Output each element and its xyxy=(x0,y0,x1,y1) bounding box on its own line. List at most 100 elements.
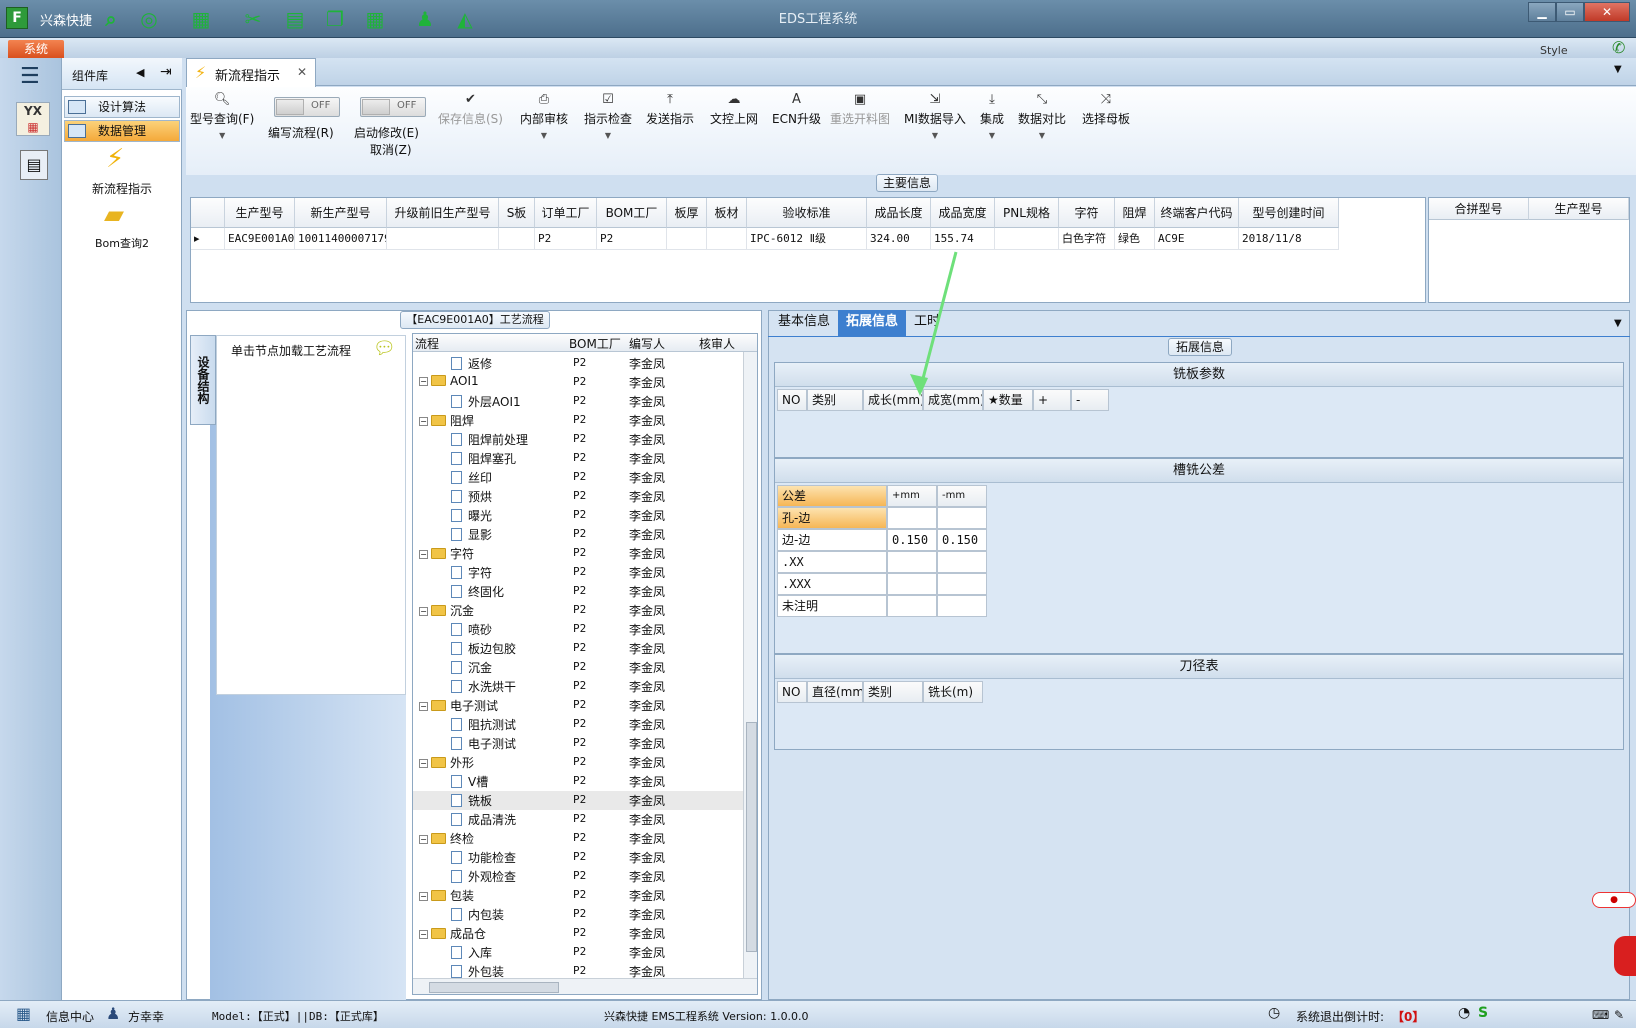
table-cell[interactable]: 155.74 xyxy=(931,228,995,250)
tree-step-row[interactable]: 字符 P2 李金凤 xyxy=(413,563,743,582)
tree-step-row[interactable]: 外观检查 P2 李金凤 xyxy=(413,867,743,886)
column-header[interactable]: 板材 xyxy=(707,198,747,228)
tree-step-row[interactable]: 功能检查 P2 李金凤 xyxy=(413,848,743,867)
column-header[interactable]: BOM工厂 xyxy=(569,335,621,352)
windows-grid-icon[interactable]: ▦ xyxy=(16,1004,31,1023)
select-master-button[interactable]: ⤨ 选择母板 xyxy=(1082,92,1130,127)
table-cell[interactable] xyxy=(937,551,987,573)
tree-folder-row[interactable]: − 外形 P2 李金凤 xyxy=(413,753,743,772)
chevron-down-icon[interactable]: ▼ xyxy=(1614,318,1622,329)
add-row-button[interactable]: + xyxy=(1033,389,1071,411)
column-header[interactable]: 终端客户代码 xyxy=(1155,198,1239,228)
table-cell[interactable] xyxy=(667,228,707,250)
tree-step-row[interactable]: 入库 P2 李金凤 xyxy=(413,943,743,962)
tab-equipment-structure[interactable]: 设备结构 xyxy=(190,335,216,425)
tree-step-row[interactable]: 阻抗测试 P2 李金凤 xyxy=(413,715,743,734)
save-info-button[interactable]: ✔ 保存信息(S) xyxy=(438,92,503,127)
keyboard-icon[interactable]: ⌨ xyxy=(1592,1008,1609,1022)
collapse-icon[interactable]: − xyxy=(419,550,428,559)
tab-new-process[interactable]: ⚡ 新流程指示 ✕ xyxy=(186,58,316,87)
info-center-label[interactable]: 信息中心 xyxy=(46,1008,94,1025)
tree-folder-row[interactable]: − AOI1 P2 李金凤 xyxy=(413,373,743,392)
remove-row-button[interactable]: - xyxy=(1071,389,1109,411)
column-header[interactable]: 生产型号 xyxy=(225,198,295,228)
film-icon[interactable]: ▤ xyxy=(282,6,308,32)
close-button[interactable]: ✕ xyxy=(1584,2,1630,22)
column-header[interactable]: 核审人 xyxy=(699,335,735,352)
reselect-map-button[interactable]: ▣ 重选开料图 xyxy=(830,92,890,127)
column-header[interactable]: 字符 xyxy=(1059,198,1115,228)
integrate-button[interactable]: ⤓ 集成 ▼ xyxy=(980,92,1004,140)
tree-step-row[interactable]: 丝印 P2 李金凤 xyxy=(413,468,743,487)
system-menu-button[interactable]: 系统 xyxy=(8,40,64,58)
calculator-icon[interactable]: ▤ xyxy=(20,150,48,180)
table-cell[interactable] xyxy=(887,573,937,595)
collapse-icon[interactable]: − xyxy=(419,607,428,616)
tab-basic-info[interactable]: 基本信息 xyxy=(770,310,838,336)
table-cell[interactable]: EAC9E001A0 xyxy=(225,228,295,250)
collapse-icon[interactable]: − xyxy=(419,759,428,768)
tree-folder-row[interactable]: − 终检 P2 李金凤 xyxy=(413,829,743,848)
chart-icon[interactable]: ◭ xyxy=(452,6,478,32)
close-tab-icon[interactable]: ✕ xyxy=(297,65,307,79)
table-cell[interactable]: 绿色 xyxy=(1115,228,1155,250)
table-cell[interactable] xyxy=(387,228,499,250)
table-cell[interactable] xyxy=(995,228,1059,250)
table-cell[interactable]: 白色字符 xyxy=(1059,228,1115,250)
table-cell[interactable] xyxy=(937,595,987,617)
pin-icon[interactable]: ⇥ xyxy=(160,64,172,80)
collapse-icon[interactable]: − xyxy=(419,930,428,939)
tree-step-row[interactable]: 电子测试 P2 李金凤 xyxy=(413,734,743,753)
column-header[interactable]: 成品宽度 xyxy=(931,198,995,228)
process-tree[interactable]: 流程 BOM工厂 编写人 核审人 返修 P2 李金凤 − AOI1 P2 李金凤 外层AOI1… xyxy=(412,333,758,995)
table-cell[interactable] xyxy=(887,595,937,617)
phone-icon[interactable]: ✆ xyxy=(1612,38,1625,57)
column-header[interactable]: PNL规格 xyxy=(995,198,1059,228)
bom-query-label[interactable]: Bom查询2 xyxy=(62,235,182,251)
tree-step-row[interactable]: 曝光 P2 李金凤 xyxy=(413,506,743,525)
table-cell[interactable] xyxy=(887,551,937,573)
ecn-upgrade-button[interactable]: A ECN升级 xyxy=(772,92,821,127)
column-header[interactable]: S板 xyxy=(499,198,535,228)
doc-upload-button[interactable]: ☁ 文控上网 xyxy=(710,92,758,127)
search-icon[interactable]: ⌕ xyxy=(98,6,124,32)
table-cell[interactable] xyxy=(937,573,987,595)
table-cell[interactable]: IPC-6012 Ⅱ级 xyxy=(747,228,867,250)
globe-icon[interactable]: ◎ xyxy=(136,6,162,32)
wrench-icon[interactable]: ✎ xyxy=(1614,1008,1624,1022)
grid-icon[interactable]: ▦ xyxy=(188,6,214,32)
column-header[interactable]: 板厚 xyxy=(667,198,707,228)
tree-step-row[interactable]: 沉金 P2 李金凤 xyxy=(413,658,743,677)
minimize-button[interactable]: ▁ xyxy=(1528,2,1556,22)
instruction-check-button[interactable]: ☑ 指示检查 ▼ xyxy=(584,92,632,140)
floating-speed-widget[interactable]: ● xyxy=(1592,892,1636,992)
tree-folder-row[interactable]: − 沉金 P2 李金凤 xyxy=(413,601,743,620)
tab-list-chevron-icon[interactable]: ▼ xyxy=(1614,64,1622,75)
mi-import-button[interactable]: ⇲ MI数据导入 ▼ xyxy=(904,92,966,140)
tree-step-row[interactable]: 预烘 P2 李金凤 xyxy=(413,487,743,506)
write-process-toggle[interactable]: OFF xyxy=(274,97,340,117)
column-header[interactable]: 成品长度 xyxy=(867,198,931,228)
column-header[interactable]: 型号创建时间 xyxy=(1239,198,1339,228)
table-cell[interactable]: AC9E xyxy=(1155,228,1239,250)
table-cell[interactable]: 10011400007179 xyxy=(295,228,387,250)
table-cell[interactable]: P2 xyxy=(597,228,667,250)
column-header[interactable]: 升级前旧生产型号 xyxy=(387,198,499,228)
column-header[interactable]: 阻焊 xyxy=(1115,198,1155,228)
send-instruction-button[interactable]: ⤒ 发送指示 xyxy=(646,92,694,127)
table-cell[interactable]: 0.150 xyxy=(937,529,987,551)
column-header[interactable]: 流程 xyxy=(415,335,439,352)
tree-step-row[interactable]: 铣板 P2 李金凤 xyxy=(413,791,743,810)
scroll-thumb[interactable] xyxy=(746,722,757,952)
table-cell[interactable] xyxy=(707,228,747,250)
collapse-icon[interactable]: − xyxy=(419,702,428,711)
column-header[interactable]: 订单工厂 xyxy=(535,198,597,228)
data-compare-button[interactable]: ⤡ 数据对比 ▼ xyxy=(1018,92,1066,140)
tree-folder-row[interactable]: − 包装 P2 李金凤 xyxy=(413,886,743,905)
user-icon[interactable]: ♟ xyxy=(412,6,438,32)
start-modify-toggle[interactable]: OFF xyxy=(360,97,426,117)
cancel-label[interactable]: 取消(Z) xyxy=(370,141,412,158)
table-cell[interactable]: 324.00 xyxy=(867,228,931,250)
tree-vertical-scrollbar[interactable] xyxy=(743,352,757,978)
collapse-icon[interactable]: − xyxy=(419,835,428,844)
